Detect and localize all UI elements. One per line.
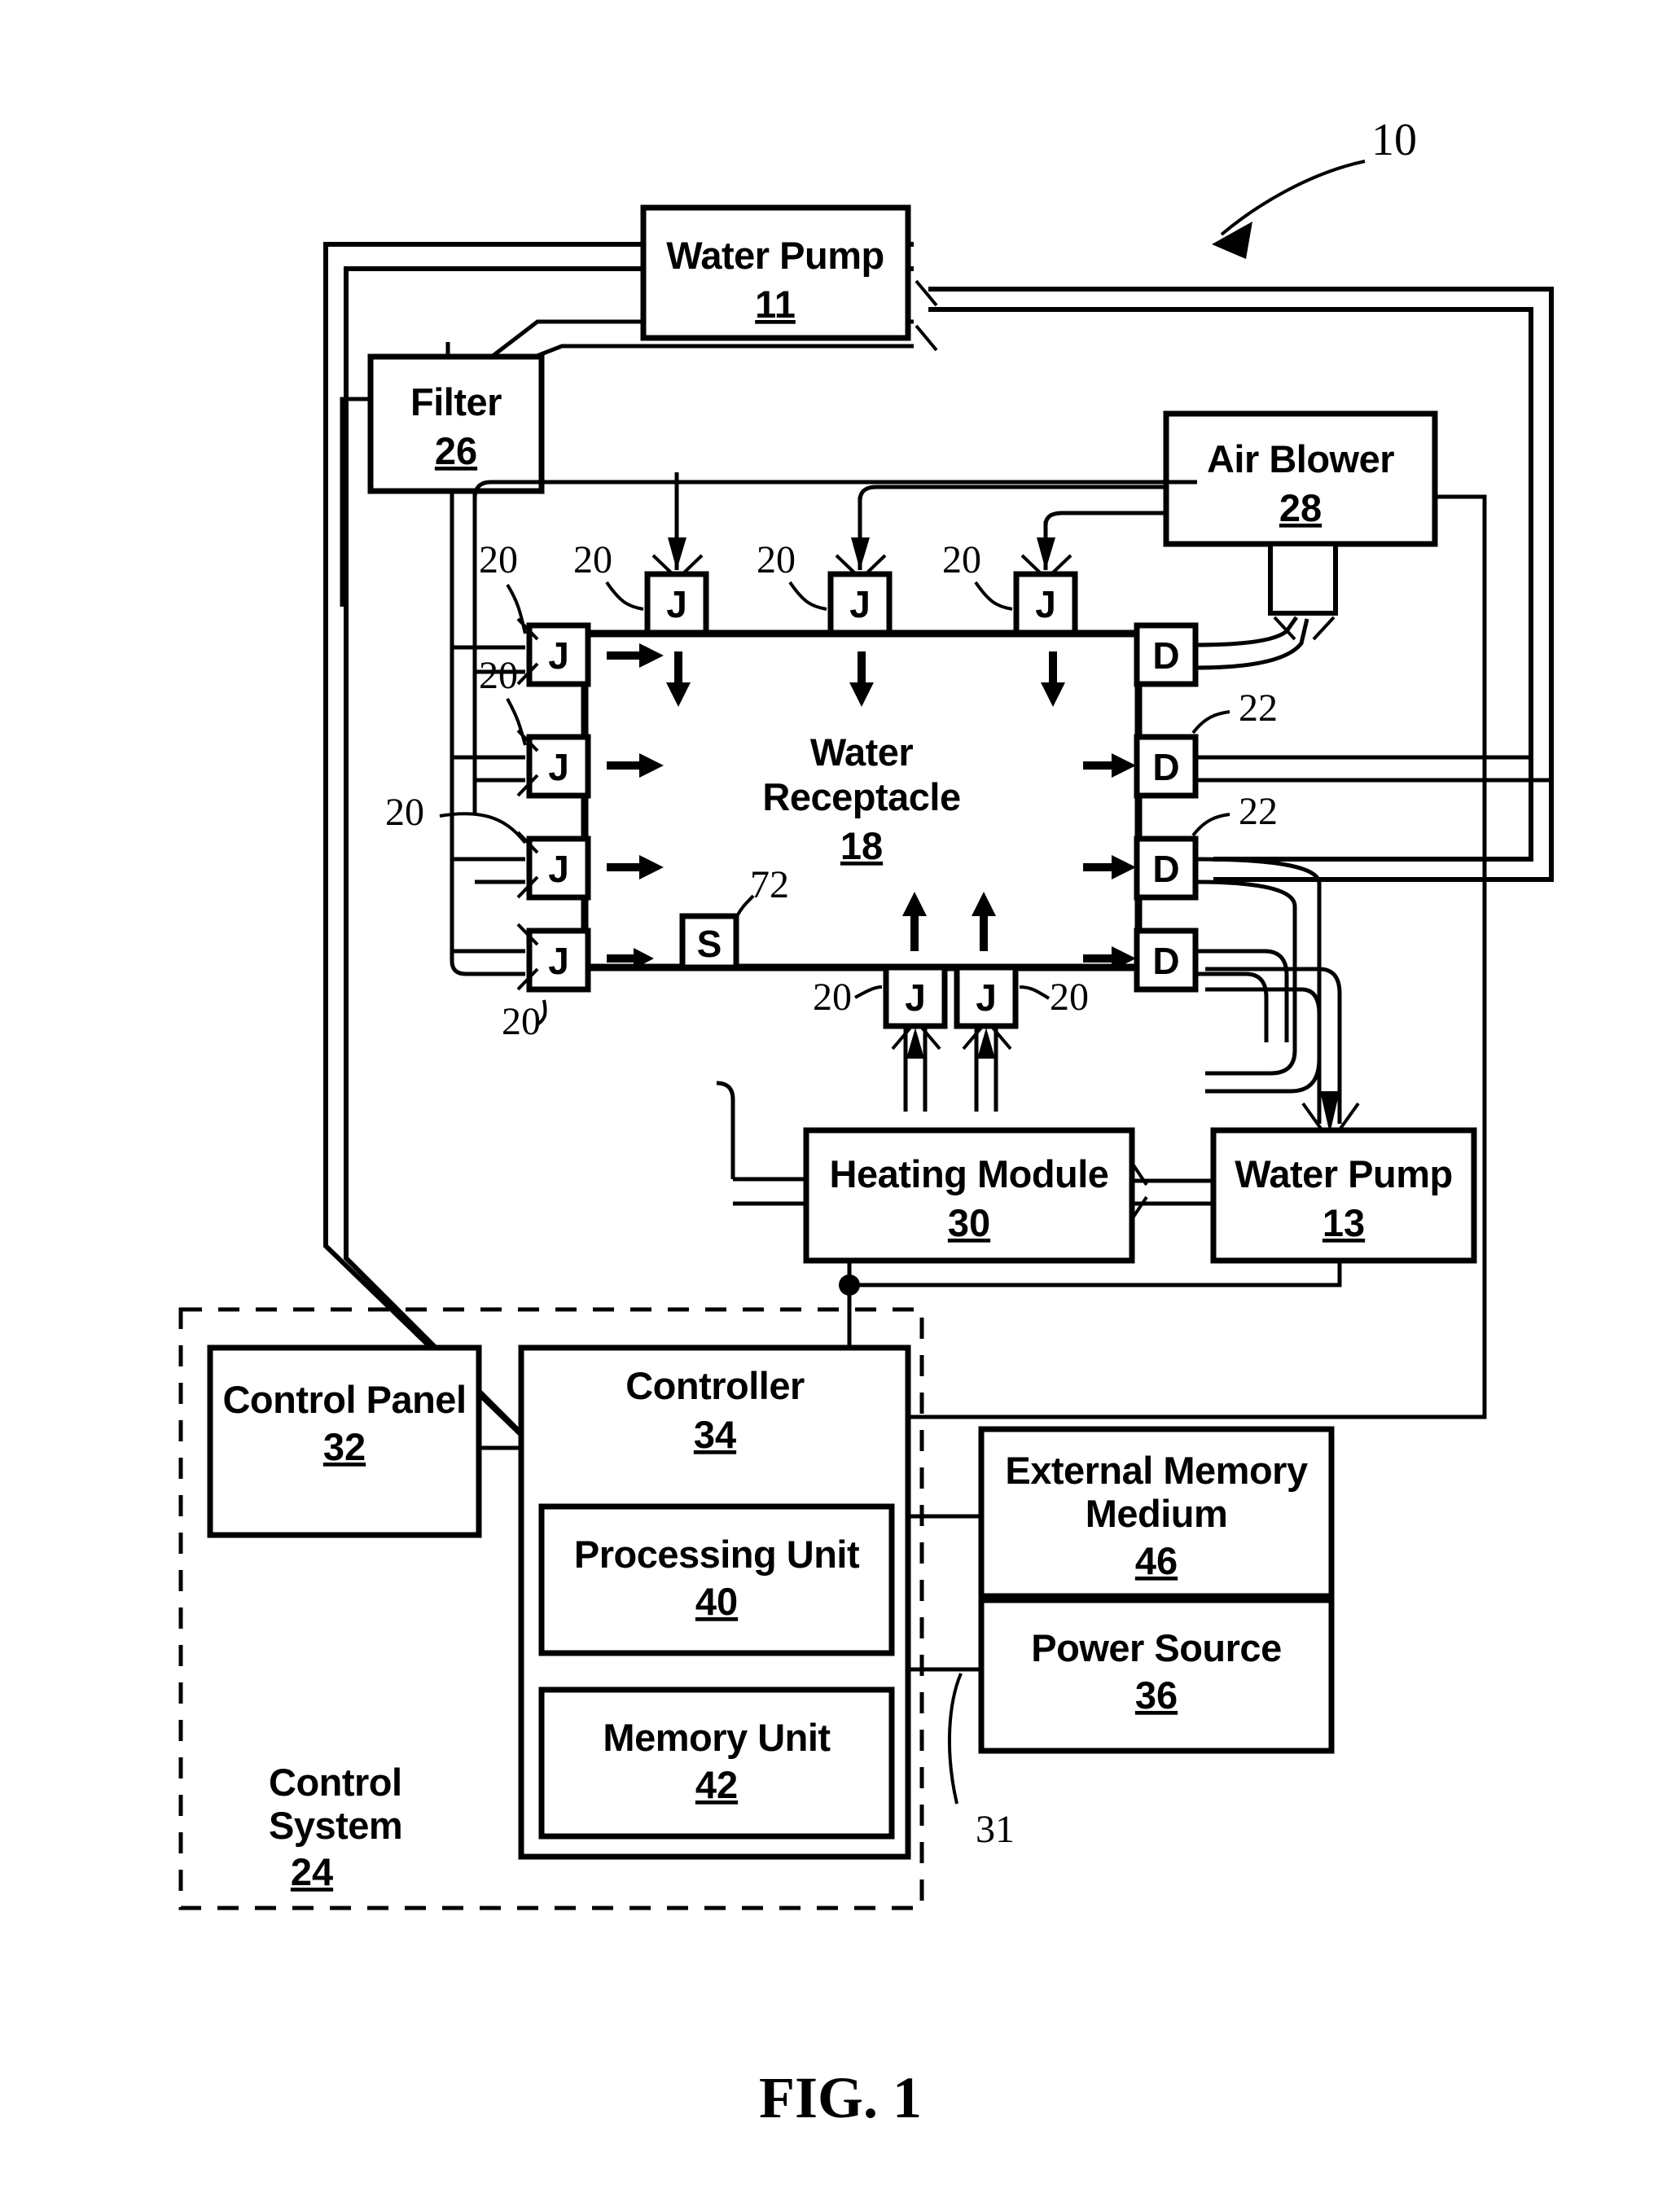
drain-2-letter: D bbox=[1152, 746, 1179, 788]
jet-left-2-ref: 20 bbox=[479, 654, 518, 697]
external-memory-title-line2: Medium bbox=[1086, 1492, 1228, 1535]
jet-left-3-letter: J bbox=[548, 848, 569, 890]
jet-left-1-ref: 20 bbox=[479, 538, 518, 581]
air-blower-28-title: Air Blower bbox=[1207, 437, 1394, 480]
system-ref-10: 10 bbox=[1371, 115, 1417, 165]
control-panel-title: Control Panel bbox=[222, 1378, 466, 1421]
jet-left-4-ref: 20 bbox=[502, 1000, 541, 1043]
water-receptacle-ref: 18 bbox=[840, 824, 883, 867]
external-memory-title-line1: External Memory bbox=[1005, 1449, 1308, 1492]
water-pump-11-ref: 11 bbox=[755, 283, 796, 326]
water-receptacle-title-line1: Water bbox=[810, 730, 914, 774]
jet-top-1-ref: 20 bbox=[573, 538, 612, 581]
jet-left-1-letter: J bbox=[548, 634, 569, 677]
filter-26-title: Filter bbox=[410, 380, 502, 423]
figure-caption: FIG. 1 bbox=[759, 2065, 922, 2130]
drain-1-letter: D bbox=[1152, 634, 1179, 677]
jet-top-2-ref: 20 bbox=[757, 538, 796, 581]
drain-3-letter: D bbox=[1152, 848, 1179, 890]
sensor-letter: S bbox=[697, 923, 722, 965]
heating-module-ref: 30 bbox=[948, 1201, 990, 1244]
jet-top-3-letter: J bbox=[1035, 583, 1056, 625]
power-source-title: Power Source bbox=[1031, 1626, 1281, 1669]
sensor-ref-72: 72 bbox=[750, 863, 789, 906]
jet-bottom-1-ref: 20 bbox=[813, 976, 852, 1019]
controller-ref: 34 bbox=[694, 1413, 736, 1456]
water-pump-13-ref: 13 bbox=[1323, 1201, 1365, 1244]
jet-left-2-letter: J bbox=[548, 746, 569, 788]
drain-2-ref-22: 22 bbox=[1239, 686, 1278, 730]
jet-top-3-ref: 20 bbox=[942, 538, 981, 581]
jet-top-1-letter: J bbox=[666, 583, 687, 625]
control-system-title-line2: System bbox=[269, 1804, 402, 1847]
control-system-title-line1: Control bbox=[269, 1761, 402, 1804]
jet-top-2-letter: J bbox=[849, 583, 871, 625]
processing-unit-ref: 40 bbox=[695, 1580, 738, 1623]
jet-bottom-2-letter: J bbox=[976, 976, 997, 1019]
figure-1-diagram: Water Pump 11 Filter 26 Air Blower 28 Wa… bbox=[178, 115, 1554, 2130]
external-memory-ref: 46 bbox=[1135, 1539, 1178, 1582]
air-blower-28-ref: 28 bbox=[1279, 486, 1322, 529]
drain-3-ref-22: 22 bbox=[1239, 790, 1278, 833]
water-pump-11-title: Water Pump bbox=[666, 234, 884, 277]
control-panel-ref: 32 bbox=[323, 1425, 366, 1468]
water-receptacle-title-line2: Receptacle bbox=[762, 775, 960, 818]
drain-4-letter: D bbox=[1152, 940, 1179, 982]
processing-unit-title: Processing Unit bbox=[574, 1533, 860, 1576]
filter-26-ref: 26 bbox=[435, 429, 477, 472]
jet-bottom-1-letter: J bbox=[905, 976, 926, 1019]
jet-bottom-2-ref: 20 bbox=[1050, 976, 1089, 1019]
heating-module-title: Heating Module bbox=[830, 1152, 1109, 1195]
water-pump-13-title: Water Pump bbox=[1235, 1152, 1452, 1195]
memory-unit-ref: 42 bbox=[695, 1763, 738, 1806]
power-source-ref: 36 bbox=[1135, 1673, 1178, 1717]
patent-figure-page: Water Pump 11 Filter 26 Air Blower 28 Wa… bbox=[0, 0, 1680, 2193]
memory-unit-title: Memory Unit bbox=[603, 1716, 831, 1759]
control-system-ref: 24 bbox=[291, 1850, 333, 1893]
air-blower-duct bbox=[1268, 542, 1338, 616]
jet-left-4-letter: J bbox=[548, 940, 569, 982]
bus-ref-31: 31 bbox=[976, 1808, 1015, 1851]
controller-title: Controller bbox=[625, 1364, 805, 1407]
jet-left-3-ref: 20 bbox=[385, 791, 424, 834]
